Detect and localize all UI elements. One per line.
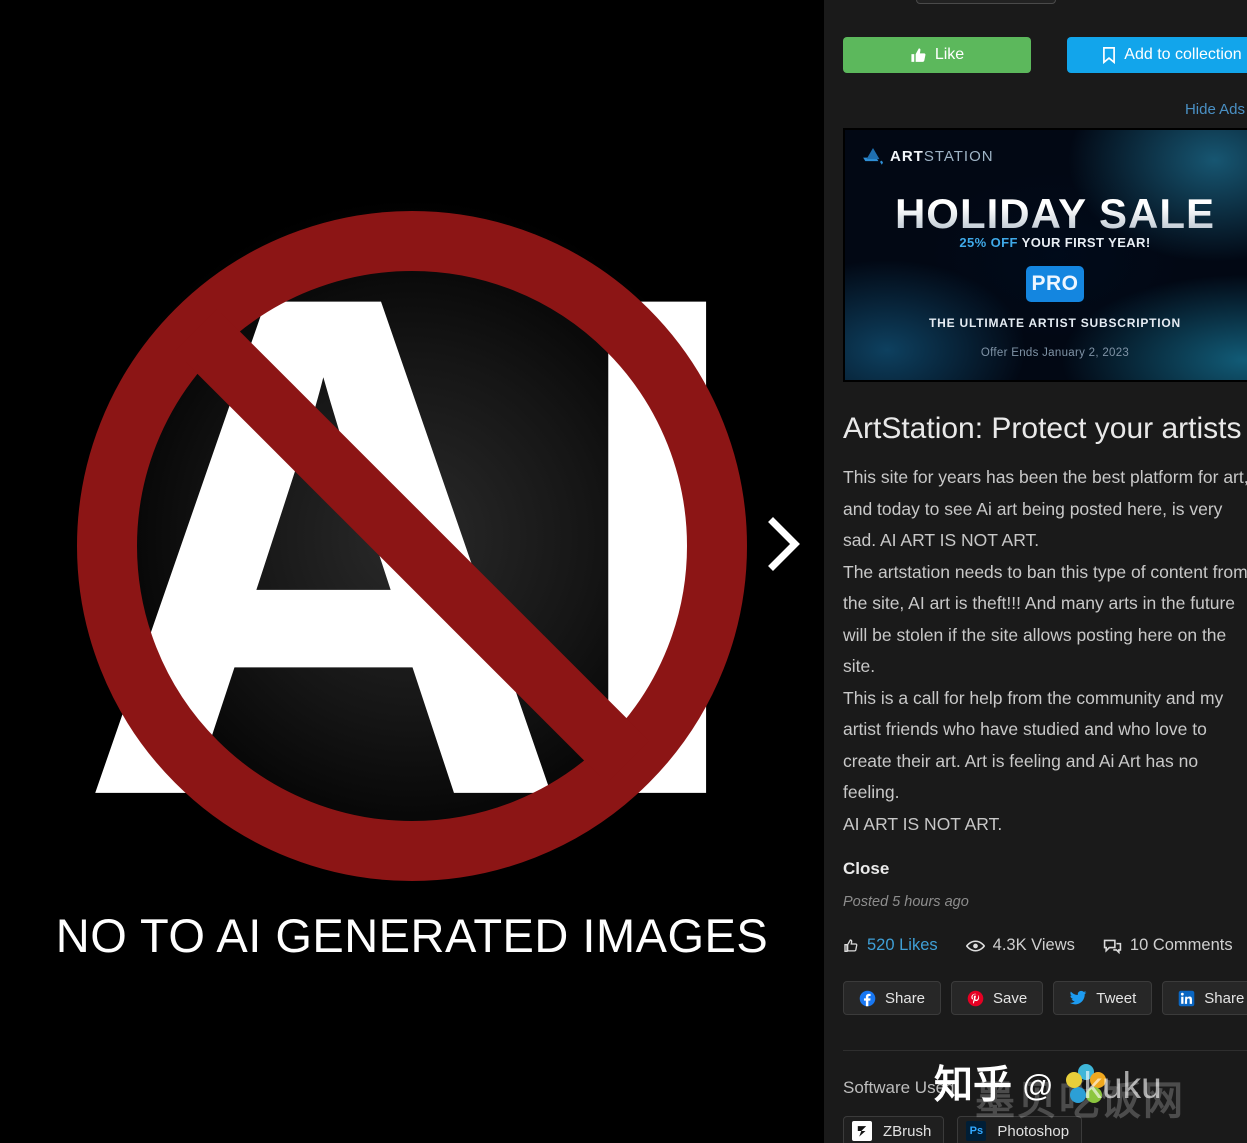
hide-ads-link[interactable]: Hide Ads (1185, 101, 1245, 118)
partial-top-button[interactable] (916, 0, 1056, 4)
ad-brand-bold: ART (890, 148, 924, 165)
software-used-list: ZBrush Ps Photoshop (843, 1116, 1083, 1143)
no-ai-symbol: AI (62, 189, 762, 903)
stat-likes-label: 520 Likes (867, 936, 938, 954)
ad-background (845, 130, 1247, 380)
software-zbrush-label: ZBrush (883, 1122, 932, 1140)
ad-brand-text: ARTSTATION (890, 148, 994, 165)
thumbs-up-icon (843, 938, 859, 954)
close-link[interactable]: Close (843, 859, 889, 879)
eye-icon (965, 939, 985, 953)
thumbs-up-icon (911, 47, 926, 62)
next-artwork-button[interactable] (758, 506, 810, 582)
like-button[interactable]: Like (843, 37, 1031, 73)
share-linkedin-button[interactable]: Share (1162, 981, 1247, 1015)
share-facebook-button[interactable]: Share (843, 981, 942, 1015)
stat-views-label: 4.3K Views (992, 936, 1075, 954)
save-pinterest-button[interactable]: Save (951, 981, 1044, 1015)
ad-tagline: THE ULTIMATE ARTIST SUBSCRIPTION (928, 316, 1182, 330)
ad-subline-rest: YOUR FIRST YEAR! (1017, 235, 1151, 250)
ad-pro-badge: PRO (1026, 266, 1084, 302)
linkedin-icon (1178, 990, 1195, 1006)
posted-timestamp: Posted 5 hours ago (843, 894, 969, 910)
ad-brand-light: STATION (923, 148, 994, 165)
artwork-info-sidebar: Like Add to collection Hide Ads ARTSTATI… (824, 0, 1247, 1143)
comments-icon (1103, 938, 1122, 954)
pinterest-icon (967, 990, 984, 1006)
ad-offer-ends: Offer Ends January 2, 2023 (980, 347, 1130, 359)
post-title: ArtStation: Protect your artists (843, 412, 1242, 445)
software-photoshop-label: Photoshop (997, 1122, 1070, 1140)
add-to-collection-button[interactable]: Add to collection (1067, 37, 1247, 73)
ad-brand-logo: ARTSTATION (863, 148, 994, 165)
section-divider (843, 1050, 1247, 1051)
artwork-image[interactable]: AI NO TO AI GENERATED IMAGES (0, 0, 824, 1143)
share-facebook-label: Share (885, 989, 926, 1007)
post-paragraph: This is a call for help from the communi… (843, 687, 1224, 803)
software-photoshop-button[interactable]: Ps Photoshop (957, 1116, 1083, 1143)
post-paragraph: This site for years has been the best pl… (843, 467, 1247, 550)
share-buttons: Share Save Tweet Share (843, 981, 1247, 1015)
artwork-viewer: AI NO TO AI GENERATED IMAGES (0, 0, 824, 1143)
photoshop-icon: Ps (966, 1121, 987, 1141)
ad-headline: HOLIDAY SALE (845, 190, 1247, 238)
artwork-tagline: NO TO AI GENERATED IMAGES (55, 909, 769, 962)
chevron-right-icon (768, 517, 800, 571)
ad-subline: 25% OFF YOUR FIRST YEAR! (845, 235, 1247, 250)
stat-views: 4.3K Views (965, 936, 1075, 955)
share-linkedin-label: Share (1204, 989, 1245, 1007)
post-paragraph: AI ART IS NOT ART. (843, 813, 1003, 834)
facebook-icon (859, 990, 876, 1006)
share-twitter-button[interactable]: Tweet (1053, 981, 1153, 1015)
prohibition-sign-icon (77, 211, 747, 881)
like-button-label: Like (934, 46, 965, 63)
bookmark-icon (1103, 46, 1116, 64)
stat-comments-label: 10 Comments (1129, 936, 1233, 954)
post-description: This site for years has been the best pl… (843, 462, 1247, 840)
add-to-collection-label: Add to collection (1124, 46, 1242, 63)
stat-comments[interactable]: 10 Comments (1103, 936, 1233, 955)
save-pinterest-label: Save (993, 989, 1028, 1007)
software-zbrush-button[interactable]: ZBrush (843, 1116, 945, 1143)
zbrush-icon (852, 1121, 872, 1141)
action-buttons: Like Add to collection (843, 37, 1247, 73)
ad-discount: 25% OFF (959, 235, 1018, 250)
share-twitter-label: Tweet (1096, 989, 1137, 1007)
advertisement-banner[interactable]: ARTSTATION HOLIDAY SALE 25% OFF YOUR FIR… (843, 128, 1247, 382)
twitter-icon (1069, 990, 1087, 1005)
post-paragraph: The artstation needs to ban this type of… (843, 561, 1247, 677)
artstation-logo-icon (863, 148, 883, 165)
stat-likes[interactable]: 520 Likes (843, 936, 938, 955)
post-stats: 520 Likes 4.3K Views 10 Comments (843, 936, 1233, 955)
software-used-label: Software Used (843, 1078, 955, 1097)
artstation-artwork-page: AI NO TO AI GENERATED IMAGES Lik (0, 0, 1247, 1143)
